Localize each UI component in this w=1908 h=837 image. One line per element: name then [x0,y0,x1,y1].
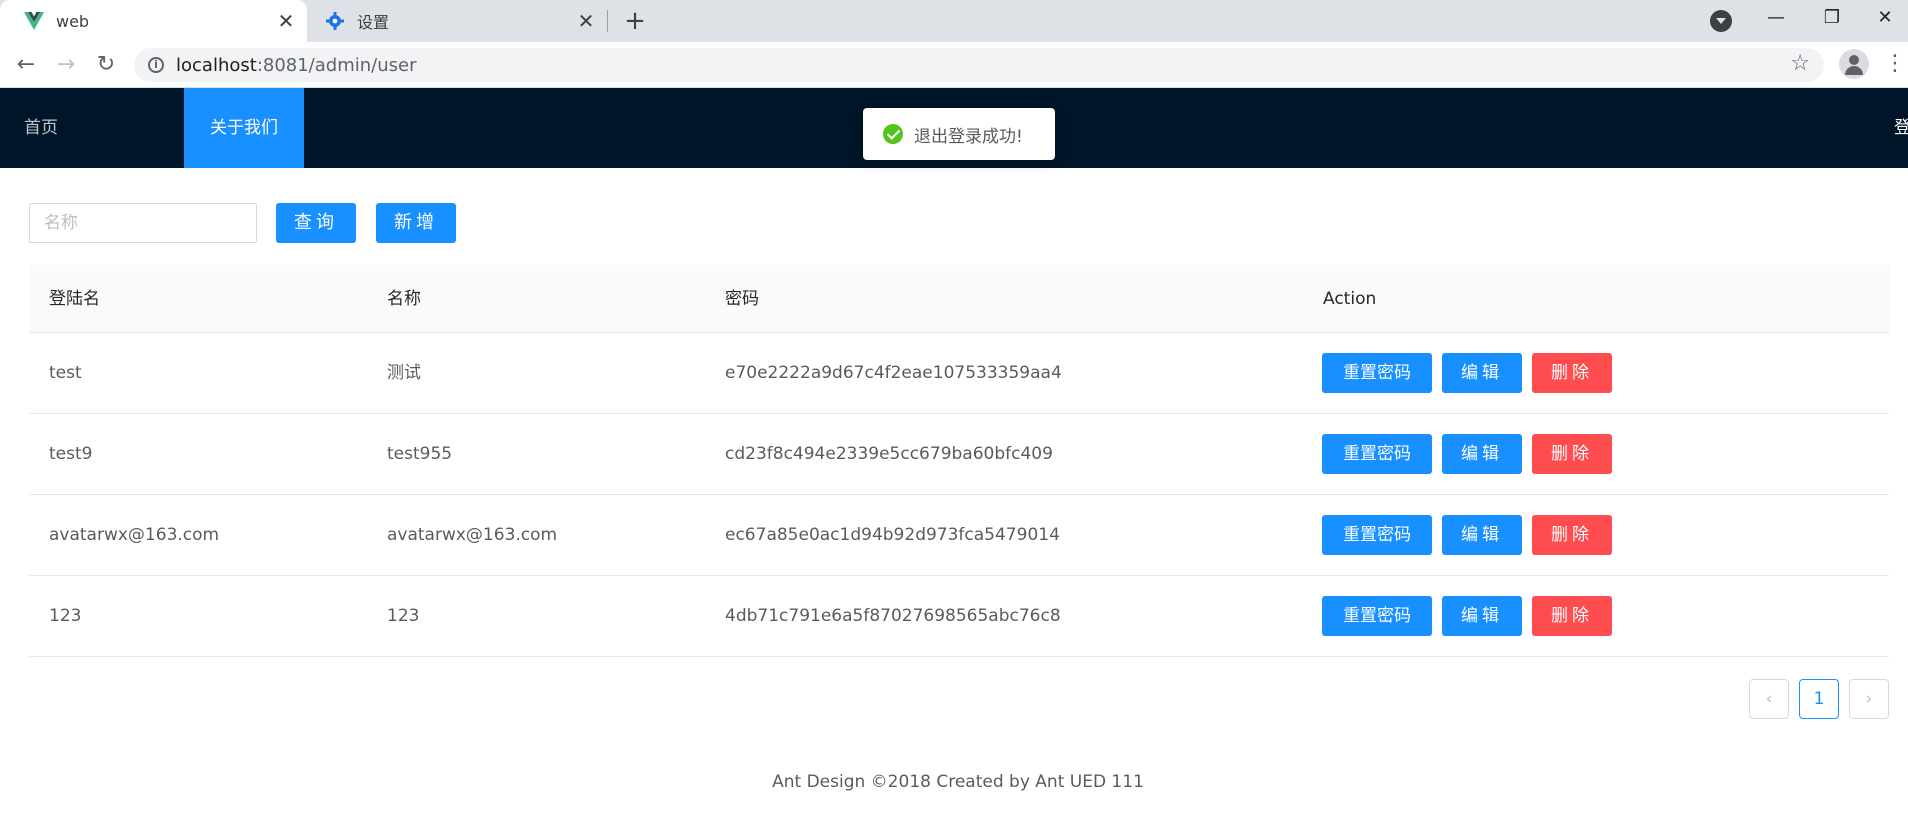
login-link[interactable]: 登录 [1894,88,1908,168]
delete-button[interactable]: 删除 [1532,596,1612,636]
table-row: avatarwx@163.com avatarwx@163.com ec67a8… [29,495,1889,576]
edit-button[interactable]: 编辑 [1442,434,1522,474]
vue-logo-icon [24,11,44,31]
reset-password-button[interactable]: 重置密码 [1322,434,1432,474]
table-row: test 测试 e70e2222a9d67c4f2eae107533359aa4… [29,333,1889,414]
cell-password: cd23f8c494e2339e5cc679ba60bfc409 [725,444,1053,464]
bookmark-star-icon[interactable]: ☆ [1790,51,1810,76]
close-tab-icon[interactable]: ✕ [275,10,297,32]
cell-login: 123 [49,606,82,626]
cell-password: 4db71c791e6a5f87027698565abc76c8 [725,606,1061,626]
table-header: 登陆名 名称 密码 Action [29,265,1889,333]
page-footer: Ant Design ©2018 Created by Ant UED 111 [772,772,1144,792]
user-table: 登陆名 名称 密码 Action test 测试 e70e2222a9d67c4… [29,265,1889,657]
forward-icon[interactable]: → [50,49,82,81]
new-tab-icon[interactable]: + [620,6,650,36]
edit-button[interactable]: 编辑 [1442,596,1522,636]
minimize-icon[interactable]: — [1753,0,1799,36]
restore-icon[interactable]: ❐ [1809,0,1855,36]
url-text[interactable]: localhost:8081/admin/user [176,55,416,76]
cell-name: avatarwx@163.com [387,525,558,545]
column-header-name: 名称 [387,289,421,309]
cell-login: test9 [49,444,93,464]
name-search-input[interactable] [29,203,257,243]
cell-password: e70e2222a9d67c4f2eae107533359aa4 [725,363,1062,383]
cell-login: avatarwx@163.com [49,525,220,545]
add-button[interactable]: 新增 [376,203,456,243]
column-header-login: 登陆名 [49,289,100,309]
cell-name: test955 [387,444,453,464]
back-icon[interactable]: ← [10,49,42,81]
browser-tab-web[interactable]: web ✕ [0,0,307,42]
close-window-icon[interactable]: ✕ [1865,0,1905,36]
success-toast: 退出登录成功! [863,108,1055,160]
tab-search-icon[interactable] [1710,10,1732,32]
pagination-prev-button[interactable]: ‹ [1749,679,1789,719]
reset-password-button[interactable]: 重置密码 [1322,353,1432,393]
reset-password-button[interactable]: 重置密码 [1322,515,1432,555]
cell-name: 123 [387,606,420,626]
query-button[interactable]: 查询 [276,203,356,243]
browser-tab-settings[interactable]: 设置 ✕ [307,0,607,42]
browser-tab-title: web [56,11,90,31]
gear-icon [325,11,345,31]
browser-tab-bar: web ✕ 设置 ✕ + — ❐ ✕ [0,0,1908,42]
reset-password-button[interactable]: 重置密码 [1322,596,1432,636]
nav-item-home[interactable]: 首页 [0,88,82,168]
site-info-icon[interactable]: i [148,57,164,73]
cell-name: 测试 [387,363,421,383]
cell-password: ec67a85e0ac1d94b92d973fca5479014 [725,525,1060,545]
pagination-next-button[interactable]: › [1849,679,1889,719]
column-header-action: Action [1323,289,1377,309]
close-tab-icon[interactable]: ✕ [575,10,597,32]
column-header-password: 密码 [725,289,759,309]
check-circle-icon [883,124,903,144]
edit-button[interactable]: 编辑 [1442,353,1522,393]
tab-separator [607,10,608,32]
edit-button[interactable]: 编辑 [1442,515,1522,555]
browser-tab-title: 设置 [357,13,390,32]
nav-item-about[interactable]: 关于我们 [184,88,304,168]
table-row: 123 123 4db71c791e6a5f87027698565abc76c8… [29,576,1889,657]
delete-button[interactable]: 删除 [1532,434,1612,474]
toast-text: 退出登录成功! [914,126,1023,147]
reload-icon[interactable]: ↻ [90,49,122,81]
delete-button[interactable]: 删除 [1532,515,1612,555]
profile-avatar-icon[interactable] [1839,49,1869,79]
delete-button[interactable]: 删除 [1532,353,1612,393]
pagination-page-1[interactable]: 1 [1799,679,1839,719]
browser-toolbar: ← → ↻ i localhost:8081/admin/user ☆ [0,42,1908,88]
cell-login: test [49,363,82,383]
address-bar[interactable]: i localhost:8081/admin/user ☆ [134,48,1824,82]
table-row: test9 test955 cd23f8c494e2339e5cc679ba60… [29,414,1889,495]
menu-kebab-icon[interactable]: ⋮ [1884,49,1906,79]
